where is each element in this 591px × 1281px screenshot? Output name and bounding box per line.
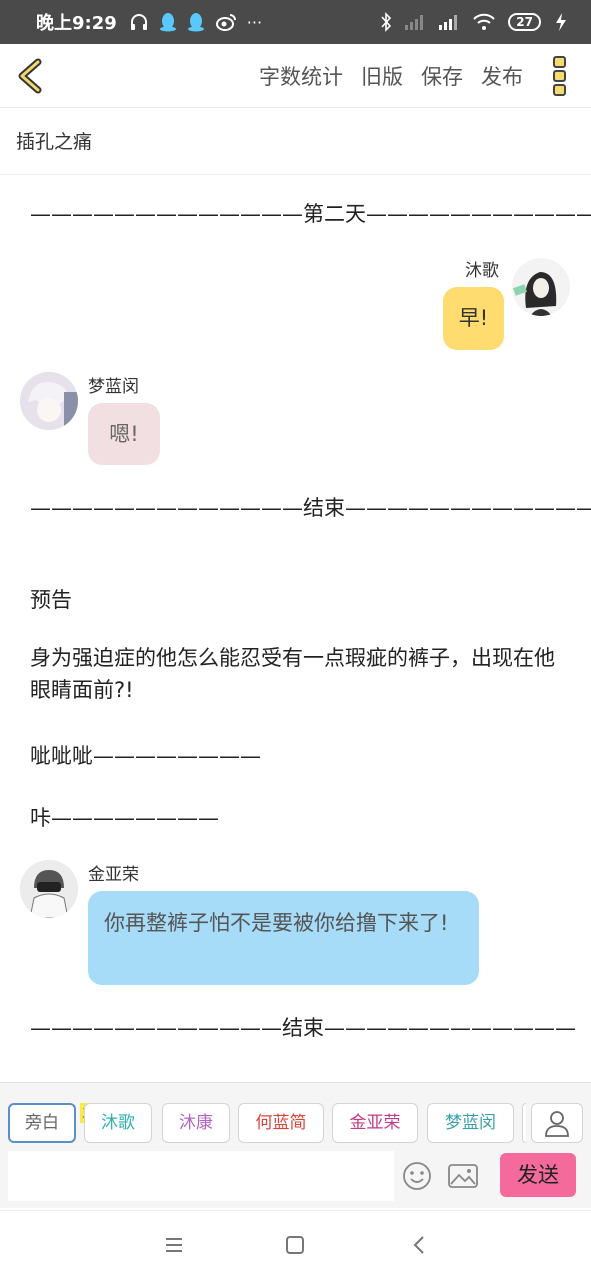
bluetooth-icon	[381, 12, 392, 32]
divider-end: ————————————结束————————————	[30, 1016, 576, 1040]
status-bar: 晚上9:29 ··· 27	[0, 0, 591, 44]
message-bubble: 嗯!	[88, 403, 160, 465]
character-chip-meng-lan-min[interactable]: 梦蓝闵	[427, 1103, 514, 1143]
status-notification-icons: ···	[129, 12, 262, 32]
character-chip-jin-ya-rong[interactable]: 金亚荣	[332, 1103, 418, 1143]
menu-icon[interactable]	[164, 1235, 184, 1255]
headphones-icon	[130, 14, 147, 30]
system-nav-bar	[0, 1210, 591, 1281]
status-system-icons: 27	[380, 12, 569, 32]
qq-icon	[159, 13, 176, 32]
composer-panel: 旁白 主 沐歌 沐康 何蓝简 金亚荣 梦蓝闵 发送	[0, 1082, 591, 1208]
avatar	[512, 258, 570, 316]
sound-effect-line: 呲呲呲————————	[30, 744, 261, 768]
word-count-button[interactable]: 字数统计	[259, 61, 343, 91]
old-version-button[interactable]: 旧版	[361, 61, 403, 91]
back-arrow-icon[interactable]	[12, 56, 52, 96]
add-character-button[interactable]	[531, 1103, 583, 1143]
preview-paragraph: 身为强迫症的他怎么能忍受有一点瑕疵的裤子，出现在他眼睛面前?!	[30, 646, 555, 702]
speaker-name: 金亚荣	[88, 865, 139, 885]
sound-effect-line: 咔————————	[30, 806, 219, 830]
character-chip-he-lan-jian[interactable]: 何蓝简	[238, 1103, 324, 1143]
message-input[interactable]	[8, 1151, 394, 1201]
image-icon[interactable]	[447, 1163, 479, 1189]
character-chip-mu-ge[interactable]: 沐歌	[84, 1103, 152, 1143]
speaker-name: 沐歌	[465, 261, 499, 281]
status-time: 晚上9:29	[36, 13, 117, 34]
charging-icon	[556, 13, 566, 31]
publish-button[interactable]: 发布	[481, 61, 523, 91]
narrator-chip[interactable]: 旁白	[8, 1103, 76, 1143]
character-chip-mu-kang[interactable]: 沐康	[162, 1103, 230, 1143]
signal-icon	[439, 15, 458, 30]
speaker-name: 梦蓝闵	[88, 377, 139, 397]
back-icon[interactable]	[410, 1235, 430, 1255]
wifi-icon	[473, 13, 496, 30]
home-icon[interactable]	[285, 1235, 305, 1255]
avatar	[20, 372, 78, 430]
qq-icon	[187, 13, 204, 32]
editor-toolbar: 字数统计 旧版 保存 发布	[0, 44, 591, 108]
divider-end: —————————————结束—————————————	[30, 496, 591, 520]
save-button[interactable]: 保存	[421, 61, 463, 91]
message-bubble: 早!	[443, 287, 504, 350]
emoji-icon[interactable]	[402, 1161, 432, 1191]
more-notifications-icon: ···	[246, 12, 263, 32]
divider-day-two: —————————————第二天————————————	[30, 202, 591, 226]
more-menu-icon[interactable]	[547, 54, 573, 98]
send-button[interactable]: 发送	[500, 1153, 576, 1197]
message-bubble: 你再整裤子怕不是要被你给撸下来了!	[88, 891, 479, 985]
avatar	[20, 860, 78, 918]
signal-off-icon	[405, 15, 424, 30]
chapter-title[interactable]: 插孔之痛	[0, 109, 591, 175]
preview-label: 预告	[30, 588, 72, 612]
battery-icon: 27	[508, 13, 541, 31]
weibo-icon	[215, 14, 236, 31]
chip-scroll-edge	[522, 1103, 526, 1143]
person-icon	[545, 1111, 569, 1137]
toolbar-actions: 字数统计 旧版 保存 发布	[259, 44, 523, 108]
story-content[interactable]: —————————————第二天———————————— 沐歌 早! 梦蓝闵 嗯…	[0, 176, 591, 1081]
